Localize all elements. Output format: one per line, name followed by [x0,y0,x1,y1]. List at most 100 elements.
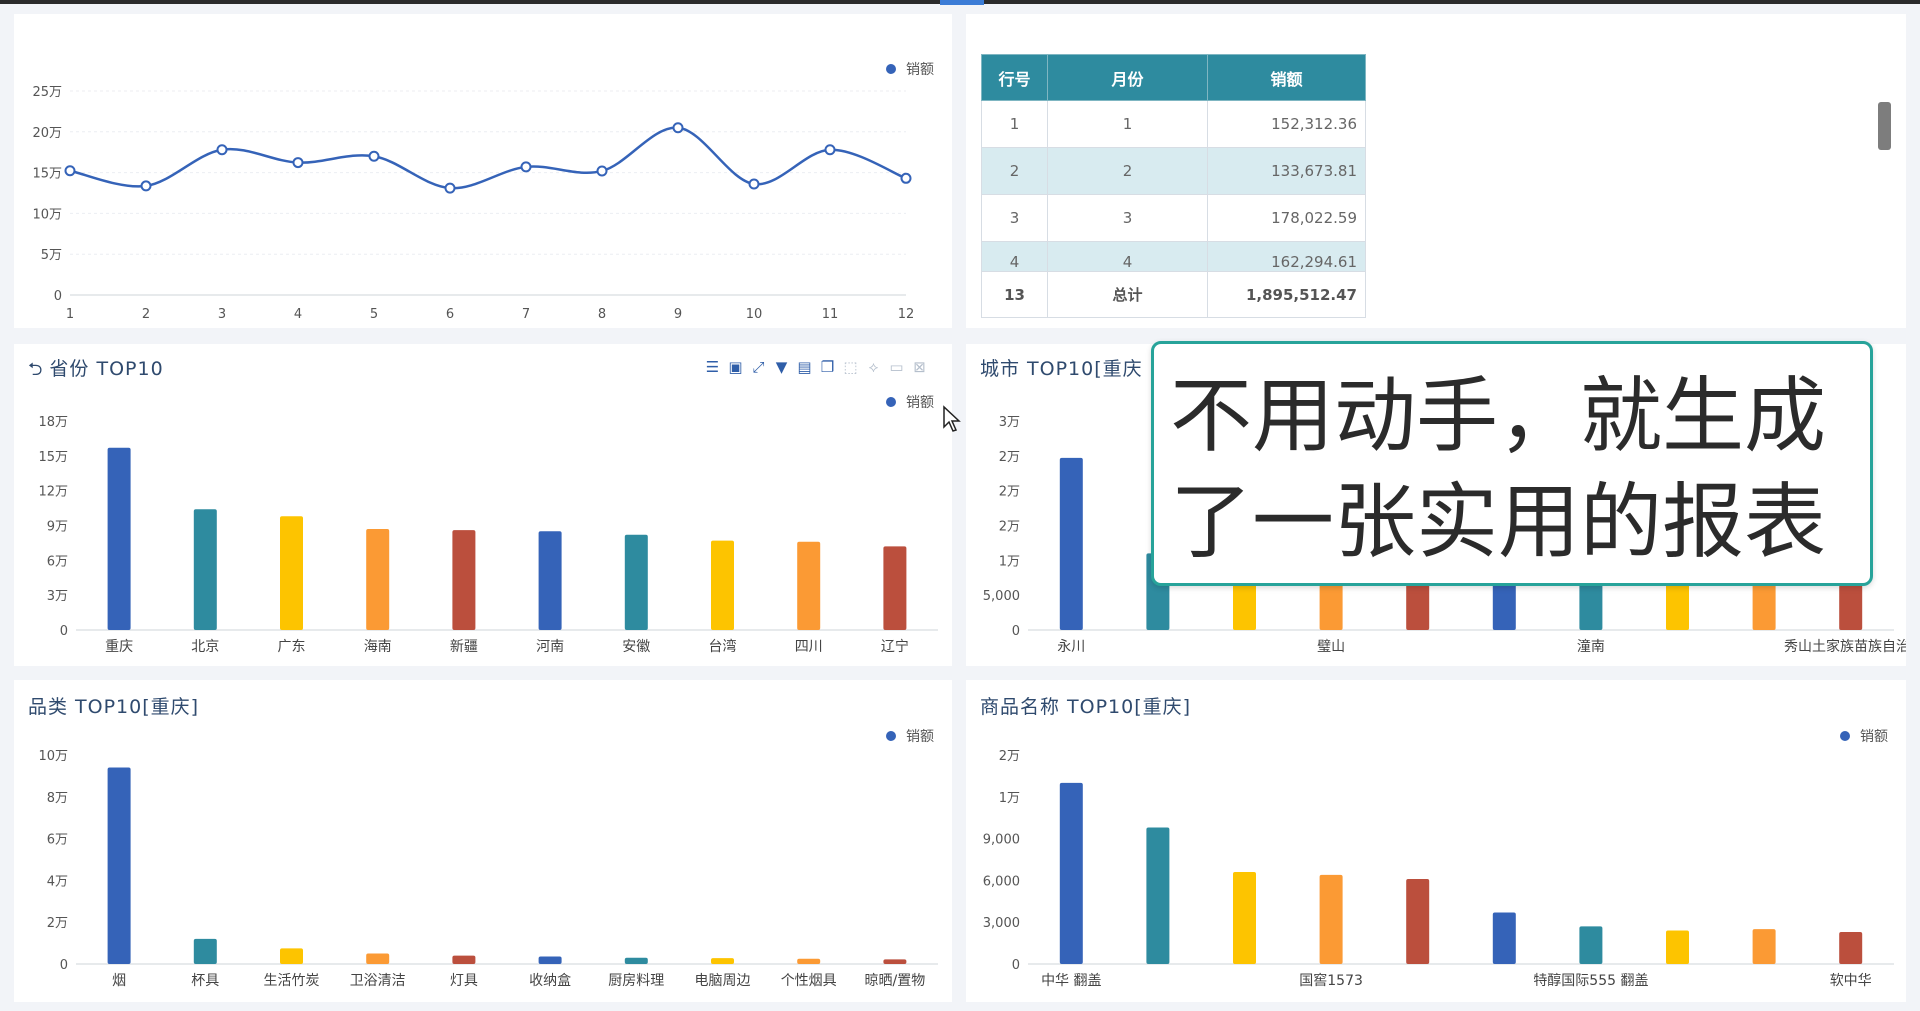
x-tick-label: 7 [522,307,530,322]
bar [538,531,562,630]
caption-line-1: 不用动手，就生成 [1170,369,1827,464]
y-tick-label: 25万 [32,85,62,100]
cell-row-no: 4 [981,241,1048,272]
category-bar-chart[interactable]: 0 2万 4万 6万 8万 10万烟 杯具 生活竹炭 卫浴清洁 灯具 收纳盒 厨房料理 电脑周边 个性烟具… [14,680,952,1002]
y-tick-label: 1万 [999,554,1020,569]
y-tick-label: 8万 [47,791,68,806]
province-top10-panel: ⮌ 省份 TOP10 ☰ ▣ ⤢ ▼ ▤ ❐ ⬚ ⟡ ▭ ⊠ 销额 0 3万 6万 9万… [14,344,952,666]
x-tick-label: 新疆 [450,639,478,655]
table-header-row: 行号 月份 销额 [981,54,1366,101]
bar [107,767,131,964]
x-tick-label: 辽宁 [881,638,909,655]
y-tick-label: 1万 [999,791,1020,806]
cell-sales: 162,294.61 [1207,241,1366,272]
y-tick-label: 5,000 [983,589,1020,604]
bar [797,958,821,964]
bar [452,955,476,964]
data-point [596,165,608,177]
y-tick-label: 18万 [38,415,68,430]
y-tick-label: 2万 [999,450,1020,465]
table-row[interactable]: 3 3 178,022.59 [981,194,1366,242]
x-tick-label: 潼南 [1577,638,1605,655]
product-top10-panel: 商品名称 TOP10[重庆] 销额 0 3,000 6,000 9,000 1万 2万 中华… [966,680,1906,1002]
x-tick-label: 3 [218,307,226,322]
bar [107,447,131,630]
col-header-row-no[interactable]: 行号 [981,54,1048,101]
cell-month: 1 [1047,100,1208,148]
data-point [900,172,912,184]
x-tick-label: 烟 [112,973,126,989]
bar [797,541,821,630]
data-point [292,157,304,169]
x-tick-label: 台湾 [709,638,737,655]
bar [1059,457,1083,630]
data-point [672,122,684,134]
y-tick-label: 6万 [47,833,68,848]
bar [1752,581,1776,630]
bar [1839,584,1863,630]
x-tick-label: 8 [598,307,606,322]
x-tick-label: 特醇国际555 翻盖 [1533,972,1648,989]
cell-row-no: 2 [981,147,1048,195]
x-tick-label: 杯具 [191,973,219,989]
bar [1233,872,1256,964]
monthly-sales-table[interactable]: 行号 月份 销额 1 1 152,312.36 2 2 133,673.81 3… [981,54,1366,318]
x-tick-label: 广东 [278,639,306,655]
x-tick-label: 电脑周边 [695,973,751,989]
bar [1579,926,1603,964]
bar [711,958,734,964]
x-tick-label: 中华 翻盖 [1041,973,1101,989]
y-tick-label: 20万 [32,126,62,141]
y-tick-label: 15万 [38,450,68,465]
product-bar-chart[interactable]: 0 3,000 6,000 9,000 1万 2万中华 翻盖 国窖1573 特醇国际555 翻… [966,680,1906,1002]
table-row[interactable]: 2 2 133,673.81 [981,147,1366,195]
total-label: 总计 [1047,271,1208,318]
y-tick-label: 6,000 [983,874,1020,889]
cell-row-no: 3 [981,194,1048,242]
data-point [64,165,76,177]
y-tick-label: 0 [54,289,62,304]
y-tick-label: 2万 [999,485,1020,500]
x-tick-label: 重庆 [105,639,133,655]
bar [1406,879,1430,964]
x-tick-label: 北京 [191,639,219,655]
bar [452,530,476,630]
y-tick-label: 2万 [999,520,1020,535]
category-top10-panel: 品类 TOP10[重庆] 销额 0 2万 4万 6万 8万 10万烟杯具 生活竹炭 卫浴清洁灯… [14,680,952,1002]
y-tick-label: 3,000 [983,916,1020,931]
bar [366,528,390,630]
mouse-cursor-icon [943,405,961,432]
table-row[interactable]: 1 1 152,312.36 [981,100,1366,148]
y-tick-label: 12万 [38,485,68,500]
monthly-line-chart[interactable]: 05万10万15万20万25万1 2 3 4 5 6 7 8 9 10 11 12 [14,14,952,328]
col-header-month[interactable]: 月份 [1047,54,1208,101]
table-row[interactable]: 4 4 162,294.61 [981,241,1366,272]
table-scrollbar-thumb[interactable] [1878,102,1891,150]
x-tick-label: 永川 [1057,639,1085,655]
bar [1839,931,1863,964]
x-tick-label: 12 [898,307,915,322]
x-tick-label: 10 [746,307,763,322]
x-tick-label: 厨房料理 [608,973,664,989]
series-line [69,126,907,190]
caption-line-2: 了一张实用的报表 [1170,475,1827,570]
province-bar-chart[interactable]: 0 3万 6万 9万 12万 15万 18万重庆 北京 广东 海南 新疆 河南 安徽 台湾 四川 辽宁 [14,344,952,666]
x-tick-label: 河南 [536,639,564,655]
x-tick-label: 璧山 [1317,638,1345,655]
x-tick-label: 海南 [364,639,392,655]
y-tick-label: 4万 [47,874,68,889]
y-tick-label: 15万 [32,167,62,182]
data-point [748,178,760,190]
bar [193,509,217,630]
x-tick-label: 软中华 [1830,973,1872,989]
x-tick-label: 灯具 [450,973,478,989]
cell-month: 2 [1047,147,1208,195]
y-tick-label: 10万 [32,207,62,222]
cell-sales: 152,312.36 [1207,100,1366,148]
bar [1319,874,1343,964]
bar [280,948,303,964]
bar [624,957,648,964]
x-tick-label: 5 [370,307,378,322]
cell-month: 3 [1047,194,1208,242]
col-header-sales[interactable]: 销额 [1207,54,1366,101]
